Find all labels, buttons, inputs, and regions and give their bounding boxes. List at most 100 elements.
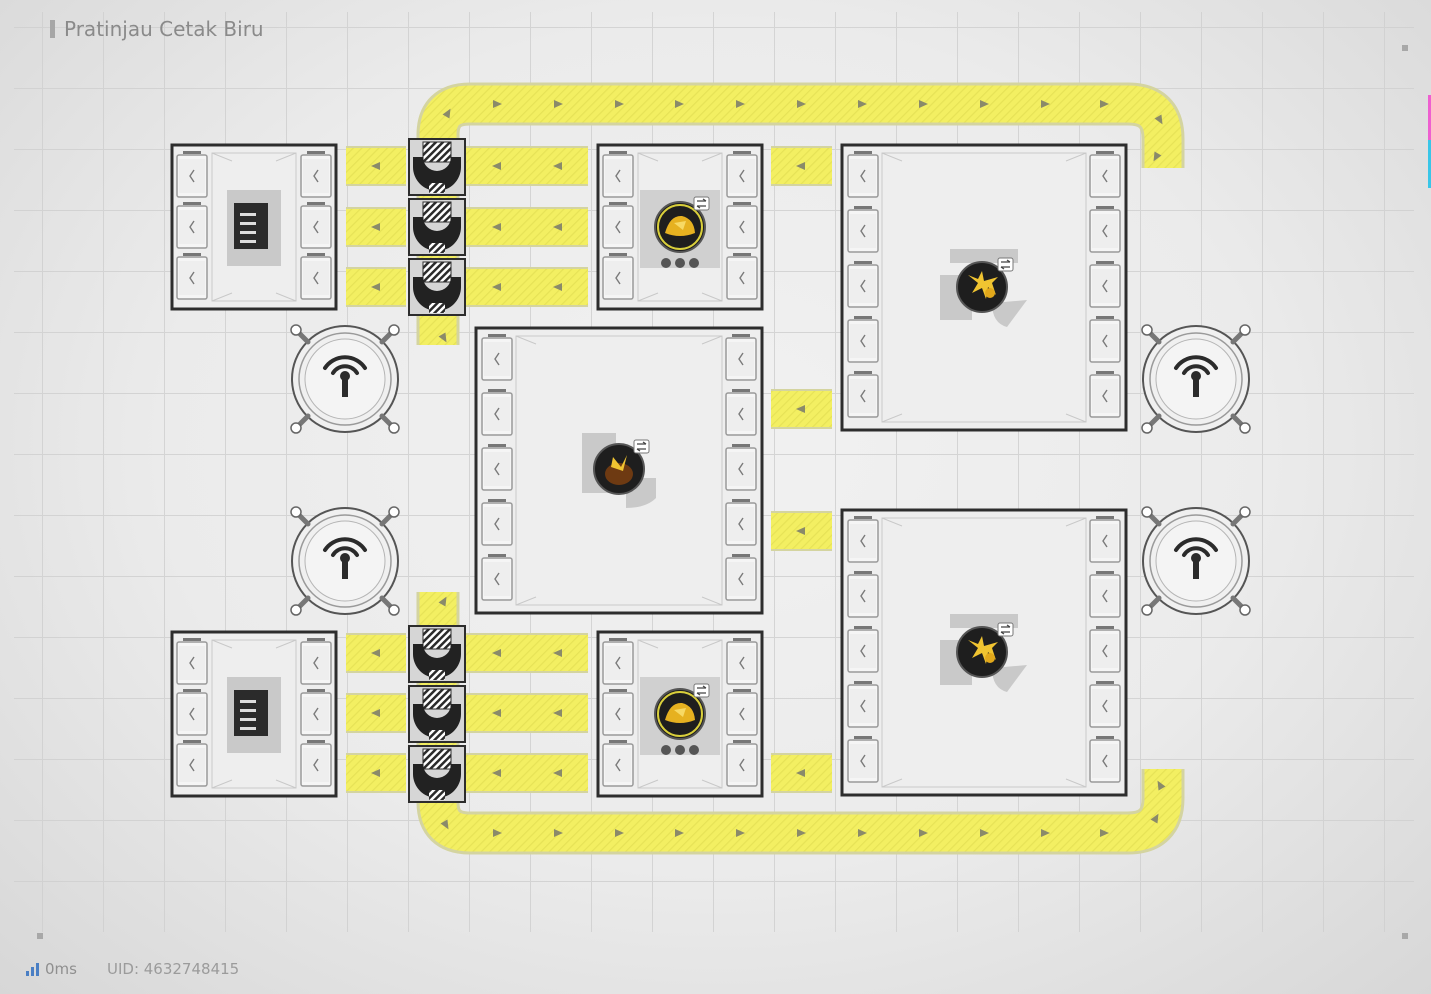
port-slot[interactable] [1089, 205, 1121, 253]
port-slot[interactable] [847, 315, 879, 363]
conveyor-belt[interactable] [466, 267, 588, 307]
port-slot[interactable] [1089, 315, 1121, 363]
splitter-column-top[interactable] [408, 138, 466, 316]
port-slot[interactable] [481, 388, 513, 436]
antenna-icon [291, 507, 399, 615]
port-slot[interactable] [300, 637, 332, 685]
conveyor-belt[interactable] [466, 693, 588, 733]
port-slot[interactable] [1089, 150, 1121, 198]
refining-unit-top[interactable] [596, 143, 764, 311]
port-slot[interactable] [300, 688, 332, 736]
port-slot[interactable] [602, 201, 634, 249]
grinding-unit-top[interactable] [840, 143, 1128, 432]
port-slot[interactable] [300, 739, 332, 787]
swap-badge-icon [693, 196, 710, 211]
port-slot[interactable] [300, 201, 332, 249]
relay-tower-right-bottom[interactable] [1142, 507, 1250, 615]
splitter-node [408, 138, 466, 196]
port-slot[interactable] [726, 150, 758, 198]
swap-badge-icon [693, 683, 710, 698]
port-slot[interactable] [726, 201, 758, 249]
splitter-column-bottom[interactable] [408, 625, 466, 803]
port-slot[interactable] [176, 150, 208, 198]
blueprint-canvas[interactable] [0, 0, 1431, 994]
port-slot[interactable] [176, 201, 208, 249]
port-slot[interactable] [176, 739, 208, 787]
port-slot[interactable] [725, 443, 757, 491]
conveyor-belt[interactable] [466, 146, 588, 186]
splitter-node [408, 198, 466, 256]
port-slot[interactable] [481, 443, 513, 491]
port-slot[interactable] [1089, 680, 1121, 728]
corner-marker [1402, 933, 1408, 939]
page-title: Pratinjau Cetak Biru [64, 17, 264, 41]
conveyor-belt[interactable] [466, 207, 588, 247]
port-slot[interactable] [602, 637, 634, 685]
swap-badge-icon [633, 439, 650, 454]
port-slot[interactable] [602, 688, 634, 736]
port-slot[interactable] [300, 252, 332, 300]
splitter-node [408, 625, 466, 683]
port-slot[interactable] [725, 498, 757, 546]
port-slot[interactable] [847, 625, 879, 673]
port-slot[interactable] [725, 553, 757, 601]
blueprint-preview-title: Pratinjau Cetak Biru [50, 17, 264, 41]
depot-unloader-top[interactable] [170, 143, 338, 311]
port-slot[interactable] [847, 570, 879, 618]
port-slot[interactable] [602, 252, 634, 300]
port-slot[interactable] [847, 515, 879, 563]
port-slot[interactable] [1089, 570, 1121, 618]
port-slot[interactable] [726, 739, 758, 787]
storage-document-icon [227, 190, 281, 266]
antenna-icon [291, 325, 399, 433]
corner-marker [37, 933, 43, 939]
port-slot[interactable] [726, 252, 758, 300]
swap-badge-icon [997, 622, 1014, 637]
port-slot[interactable] [176, 688, 208, 736]
port-slot[interactable] [176, 637, 208, 685]
port-slot[interactable] [847, 370, 879, 418]
port-slot[interactable] [725, 388, 757, 436]
port-slot[interactable] [726, 637, 758, 685]
port-slot[interactable] [847, 260, 879, 308]
port-slot[interactable] [1089, 260, 1121, 308]
splitter-node [408, 685, 466, 743]
conveyor-belt[interactable] [466, 753, 588, 793]
port-slot[interactable] [481, 498, 513, 546]
signal-strength-icon [26, 962, 39, 976]
port-slot[interactable] [1089, 515, 1121, 563]
port-slot[interactable] [602, 150, 634, 198]
swap-badge-icon [997, 257, 1014, 272]
port-slot[interactable] [1089, 370, 1121, 418]
conveyor-belt[interactable] [466, 633, 588, 673]
antenna-icon [1142, 507, 1250, 615]
status-footer: 0ms UID: 4632748415 [26, 960, 239, 978]
port-slot[interactable] [481, 333, 513, 381]
port-slot[interactable] [847, 205, 879, 253]
user-uid: UID: 4632748415 [106, 960, 240, 978]
shredding-unit-center[interactable] [474, 326, 764, 615]
splitter-node [408, 258, 466, 316]
relay-tower-left-bottom[interactable] [291, 507, 399, 615]
port-slot[interactable] [602, 739, 634, 787]
port-slot[interactable] [847, 150, 879, 198]
port-slot[interactable] [1089, 735, 1121, 783]
grinding-unit-bottom[interactable] [840, 508, 1128, 797]
corner-marker [1402, 45, 1408, 51]
port-slot[interactable] [847, 680, 879, 728]
port-slot[interactable] [481, 553, 513, 601]
port-slot[interactable] [726, 688, 758, 736]
depot-unloader-bottom[interactable] [170, 630, 338, 798]
port-slot[interactable] [1089, 625, 1121, 673]
ping-value: 0ms [45, 960, 77, 978]
splitter-node [408, 745, 466, 803]
relay-tower-right-top[interactable] [1142, 325, 1250, 433]
port-slot[interactable] [725, 333, 757, 381]
antenna-icon [1142, 325, 1250, 433]
title-bar-icon [50, 20, 55, 38]
port-slot[interactable] [176, 252, 208, 300]
relay-tower-left-top[interactable] [291, 325, 399, 433]
refining-unit-bottom[interactable] [596, 630, 764, 798]
port-slot[interactable] [300, 150, 332, 198]
port-slot[interactable] [847, 735, 879, 783]
